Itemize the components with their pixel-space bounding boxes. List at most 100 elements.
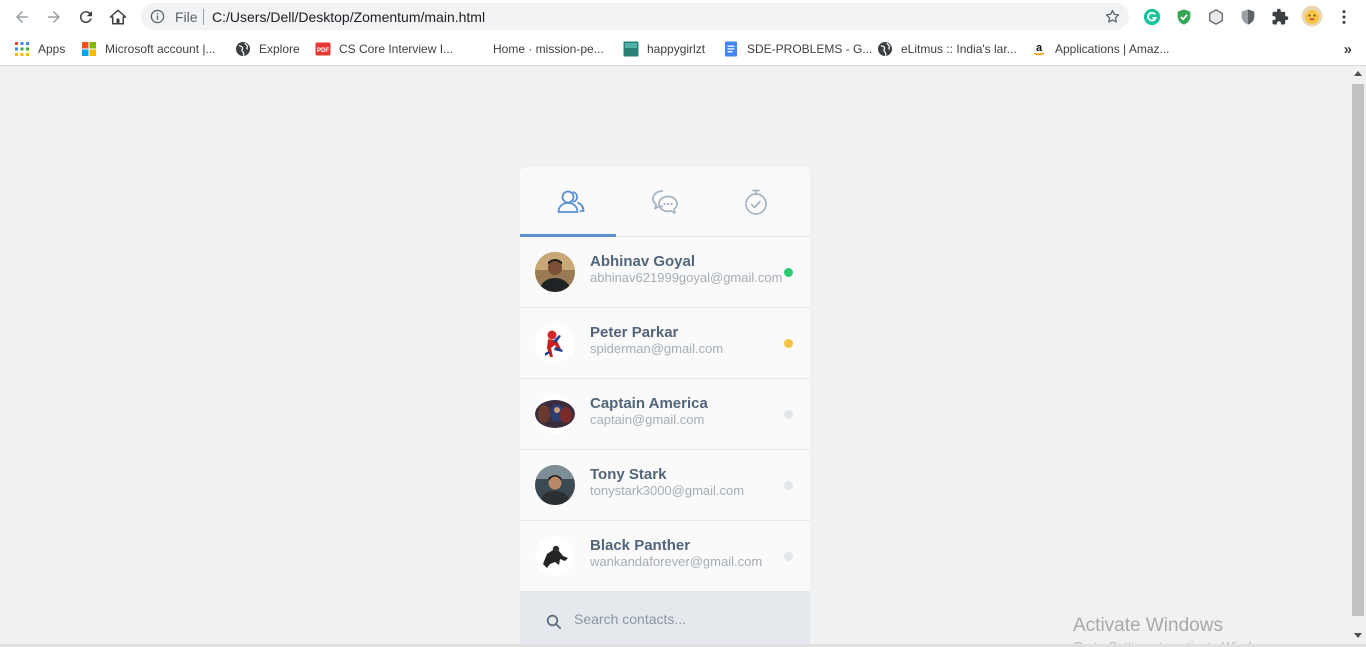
address-bar[interactable]: File C:/Users/Dell/Desktop/Zomentum/main…	[141, 3, 1129, 30]
users-icon	[557, 190, 585, 213]
avatar	[535, 536, 575, 576]
reload-button[interactable]	[74, 5, 98, 29]
back-button[interactable]	[10, 5, 34, 29]
puzzle-icon	[1272, 8, 1289, 25]
shield-extension[interactable]	[1174, 7, 1194, 27]
browser-toolbar: File C:/Users/Dell/Desktop/Zomentum/main…	[0, 0, 1366, 34]
hexagon-extension[interactable]	[1206, 7, 1226, 27]
scroll-down-arrow-icon[interactable]	[1354, 633, 1362, 638]
bookmark-label: eLitmus :: India's lar...	[901, 42, 1017, 56]
bookmark-mission-peace[interactable]: Home · mission-pe...	[469, 39, 604, 59]
page-scrollbar[interactable]	[1350, 67, 1366, 644]
info-icon[interactable]	[150, 9, 165, 24]
bookmark-cs-core[interactable]: PDF CS Core Interview I...	[315, 39, 453, 59]
microsoft-logo-icon	[81, 41, 97, 57]
contact-name: Black Panther	[590, 537, 691, 554]
bookmark-label: SDE-PROBLEMS - G...	[747, 42, 873, 56]
contact-item-black-panther[interactable]: Black Panther wankandaforever@gmail.com	[520, 521, 810, 592]
person-photo-icon	[535, 252, 575, 292]
status-dot-offline	[784, 410, 793, 419]
chat-bubbles-icon	[652, 190, 678, 214]
forward-arrow-icon	[48, 11, 60, 23]
bookmark-label: Apps	[38, 42, 66, 56]
bookmark-microsoft-account[interactable]: Microsoft account |...	[81, 39, 216, 59]
panel-tabs	[520, 167, 810, 237]
avatar	[535, 394, 575, 434]
globe-icon	[235, 41, 251, 57]
svg-text:a: a	[1036, 42, 1043, 54]
google-docs-icon	[723, 41, 739, 57]
scrollbar-thumb[interactable]	[1352, 84, 1364, 616]
apps-grid-icon	[14, 41, 30, 57]
hexagon-icon	[1209, 9, 1223, 25]
stopwatch-icon	[745, 189, 767, 215]
status-dot-online	[784, 268, 793, 277]
status-dot-offline	[784, 481, 793, 490]
emoji-avatar-icon	[1301, 5, 1323, 27]
status-dot-away	[784, 339, 793, 348]
contacts-panel: Abhinav Goyal abhinav621999goyal@gmail.c…	[520, 167, 810, 644]
bookmark-label: Explore	[259, 42, 300, 56]
amazon-icon: a	[1031, 41, 1047, 57]
page-viewport: Abhinav Goyal abhinav621999goyal@gmail.c…	[0, 67, 1350, 644]
forward-button[interactable]	[42, 5, 66, 29]
tab-chats[interactable]	[617, 167, 713, 237]
contact-name: Captain America	[590, 395, 708, 412]
bookmark-label: Microsoft account |...	[105, 42, 216, 56]
grammarly-icon	[1143, 8, 1161, 26]
contact-email: wankandaforever@gmail.com	[590, 554, 763, 569]
bookmark-happygirlzt[interactable]: happygirlzt	[623, 39, 705, 59]
tab-history[interactable]	[708, 167, 804, 237]
bookmark-label: happygirlzt	[647, 42, 706, 56]
bookmarks-overflow-button[interactable]: »	[1344, 41, 1352, 58]
contact-name: Peter Parkar	[590, 324, 679, 341]
grammarly-extension[interactable]	[1142, 7, 1162, 27]
status-dot-offline	[784, 552, 793, 561]
reload-icon	[79, 11, 92, 24]
home-icon	[109, 9, 127, 25]
bookmark-elitmus[interactable]: eLitmus :: India's lar...	[877, 39, 1017, 59]
contact-name: Tony Stark	[590, 466, 667, 483]
green-shield-icon	[1177, 9, 1191, 25]
bookmark-explore[interactable]: Explore	[235, 39, 300, 59]
pdf-icon: PDF	[315, 41, 331, 57]
captain-america-photo-icon	[535, 394, 575, 434]
search-bar	[520, 591, 810, 644]
bookmark-label: CS Core Interview I...	[339, 42, 454, 56]
tony-stark-photo-icon	[535, 465, 575, 505]
contact-item-abhinav-goyal[interactable]: Abhinav Goyal abhinav621999goyal@gmail.c…	[520, 237, 810, 308]
tab-contacts[interactable]	[523, 167, 619, 237]
bookmark-apps[interactable]: Apps	[14, 39, 65, 59]
bookmark-star-icon[interactable]	[1104, 8, 1121, 25]
url-text[interactable]: C:/Users/Dell/Desktop/Zomentum/main.html	[212, 9, 485, 25]
teal-site-icon	[623, 41, 639, 57]
scroll-up-arrow-icon[interactable]	[1354, 71, 1362, 76]
contact-item-captain-america[interactable]: Captain America captain@gmail.com	[520, 379, 810, 450]
spiderman-photo-icon	[535, 323, 575, 363]
extensions-button[interactable]	[1270, 7, 1290, 27]
contact-email: abhinav621999goyal@gmail.com	[590, 270, 783, 285]
avatar	[535, 323, 575, 363]
contact-email: captain@gmail.com	[590, 412, 705, 427]
search-contacts-input[interactable]	[574, 606, 794, 632]
browser-menu-button[interactable]	[1334, 7, 1354, 27]
contact-item-peter-parkar[interactable]: Peter Parkar spiderman@gmail.com	[520, 308, 810, 379]
contact-item-tony-stark[interactable]: Tony Stark tonystark3000@gmail.com	[520, 450, 810, 521]
black-panther-photo-icon	[535, 536, 575, 576]
avatar	[535, 465, 575, 505]
bookmark-label: Home · mission-pe...	[493, 42, 604, 56]
bookmark-sde-problems[interactable]: SDE-PROBLEMS - G...	[723, 39, 872, 59]
globe-icon	[877, 41, 893, 57]
grey-shield-extension[interactable]	[1238, 7, 1258, 27]
contact-name: Abhinav Goyal	[590, 253, 696, 270]
grey-shield-icon	[1241, 9, 1255, 25]
svg-text:PDF: PDF	[317, 48, 329, 54]
profile-avatar[interactable]	[1301, 5, 1323, 27]
windows-activation-title: Activate Windows	[1073, 615, 1223, 636]
bookmark-amazon-applications[interactable]: a Applications | Amaz...	[1031, 39, 1170, 59]
avatar	[535, 252, 575, 292]
url-scheme-label: File	[175, 9, 198, 25]
bookmarks-bar: Apps Microsoft account |... Explore PDF …	[0, 34, 1366, 66]
home-button[interactable]	[106, 5, 130, 29]
contact-email: spiderman@gmail.com	[590, 341, 724, 356]
